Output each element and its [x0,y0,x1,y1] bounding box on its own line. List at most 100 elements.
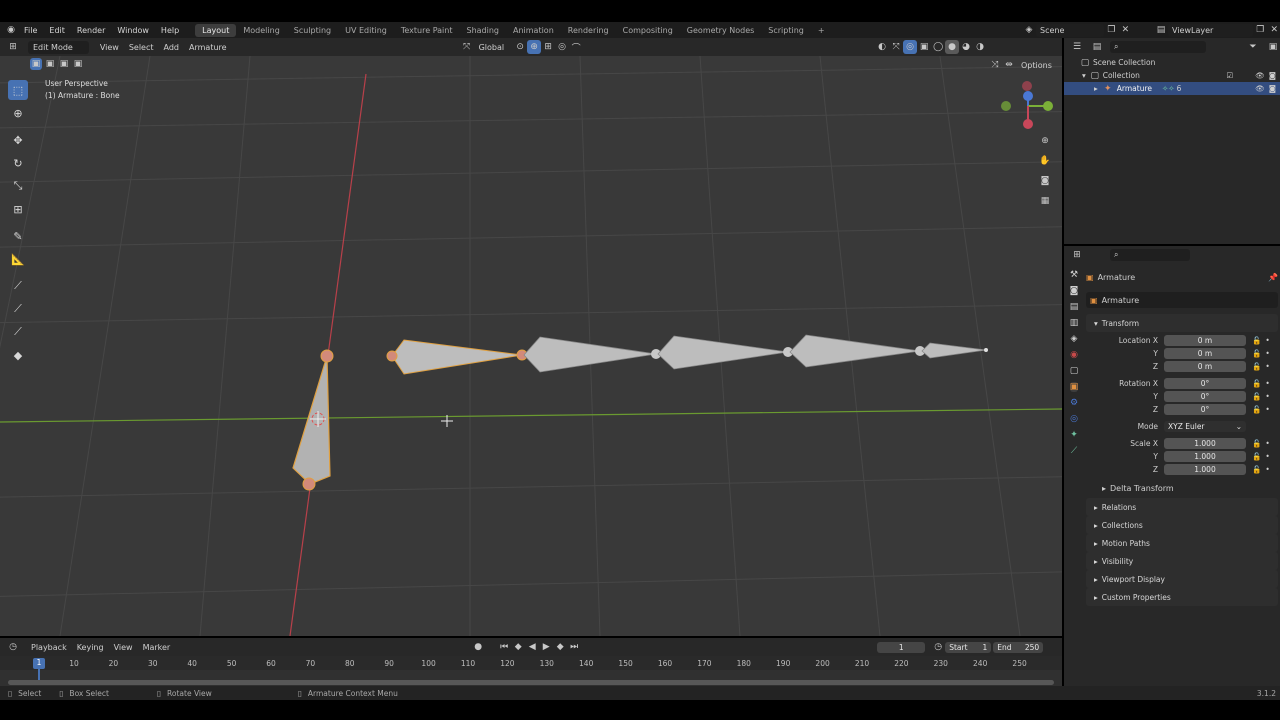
menu-edit[interactable]: Edit [43,26,71,35]
add-workspace-button[interactable]: + [811,24,832,37]
visibility-icon[interactable]: ◐ [875,40,889,54]
checkbox-icon[interactable]: ☑ [1226,71,1233,80]
end-frame-field[interactable]: End 250 [993,641,1044,653]
select-subtract-icon[interactable]: ▣ [58,58,70,70]
outliner-row-armature[interactable]: ▸ ✦ Armature ✧✧ 6 👁 ◙ [1064,82,1280,95]
scale-x-field[interactable]: 1.000 [1164,438,1246,449]
clock-icon[interactable]: ◷ [931,640,945,654]
scale-y-field[interactable]: 1.000 [1164,451,1246,462]
copy-layer-icon[interactable]: ❐ [1253,23,1267,37]
select-extend-icon[interactable]: ▣ [44,58,56,70]
scene-selector[interactable]: ◈ Scene ❐ ✕ [1022,22,1132,38]
select-new-icon[interactable]: ▣ [30,58,42,70]
keyframe-dot-icon[interactable]: • [1265,392,1269,401]
menu-select[interactable]: Select [124,41,159,54]
material-shading-icon[interactable]: ◕ [959,40,973,54]
jump-start-icon[interactable]: ⏮ [497,640,511,654]
menu-render[interactable]: Render [71,26,111,35]
motion-paths-panel-header[interactable]: ▸ Motion Paths [1086,534,1278,552]
options-dropdown[interactable]: Options [1016,59,1057,72]
pivot-icon[interactable]: ⊙ [513,40,527,54]
collection-tab-icon[interactable]: ▢ [1070,366,1079,376]
outliner-row-collection[interactable]: ▾ ▢ Collection ☑ 👁 ◙ [1064,69,1280,82]
transform-tool-icon[interactable]: ⊞ [8,199,28,219]
scene-name[interactable]: Scene [1036,23,1105,37]
lock-icon[interactable]: 🔓 [1252,439,1261,448]
lock-icon[interactable]: 🔓 [1252,392,1261,401]
rotation-x-field[interactable]: 0° [1164,378,1246,389]
orientation-dropdown[interactable]: Global [474,41,510,54]
timeline-scrollbar[interactable] [8,680,1054,685]
keyframe-dot-icon[interactable]: • [1265,405,1269,414]
eye-icon[interactable]: 👁 [1255,71,1265,80]
falloff-icon[interactable]: ⌒ [569,40,583,54]
menu-window[interactable]: Window [111,26,155,35]
pin-icon[interactable]: 📌 [1268,273,1278,282]
timeline-ruler[interactable]: 10 20 30 40 50 60 70 80 90 100 110 120 130 140 150 160 1… [0,656,1062,670]
select-invert-icon[interactable]: ▣ [72,58,84,70]
snap-icon[interactable]: ⊕ [527,40,542,54]
solid-shading-icon[interactable]: ● [945,40,960,54]
playhead[interactable]: 1 [33,658,45,669]
bone-selected[interactable] [292,349,334,491]
select-tool-icon[interactable]: ⬚ [8,80,28,100]
rotation-y-field[interactable]: 0° [1164,391,1246,402]
play-icon[interactable]: ▶ [539,640,553,654]
expand-arrow-icon[interactable]: ▸ [1094,84,1098,93]
annotate-tool-icon[interactable]: ✎ [8,226,28,246]
rendered-shading-icon[interactable]: ◑ [973,40,987,54]
new-collection-icon[interactable]: ▣ [1266,40,1280,54]
custom-properties-panel-header[interactable]: ▸ Custom Properties [1086,588,1278,606]
camera-render-icon[interactable]: ◙ [1269,84,1276,93]
extrude-tool-icon[interactable]: ⟋ [8,322,28,342]
menu-armature[interactable]: Armature [184,41,232,54]
snap-target-icon[interactable]: ⊞ [541,40,555,54]
keyframe-dot-icon[interactable]: • [1265,452,1269,461]
mirror-icon[interactable]: ⇹ [1002,58,1016,72]
relations-panel-header[interactable]: ▸ Relations [1086,498,1278,516]
tab-rendering[interactable]: Rendering [561,24,616,37]
zoom-icon[interactable]: ⊕ [1038,134,1052,148]
location-x-field[interactable]: 0 m [1164,335,1246,346]
tab-texture-paint[interactable]: Texture Paint [394,24,460,37]
bone-chain[interactable] [386,334,988,375]
keyframe-dot-icon[interactable]: • [1265,379,1269,388]
lock-icon[interactable]: 🔓 [1252,379,1261,388]
outliner-row-scene-collection[interactable]: ▢ Scene Collection [1064,56,1280,69]
tab-animation[interactable]: Animation [506,24,561,37]
tab-uv-editing[interactable]: UV Editing [338,24,394,37]
filter-icon[interactable]: ⏷ [1246,40,1260,54]
wireframe-shading-icon[interactable]: ◯ [931,40,945,54]
keyframe-dot-icon[interactable]: • [1265,439,1269,448]
pan-hand-icon[interactable]: ✋ [1038,154,1052,168]
view-layer-name[interactable]: ViewLayer [1168,23,1254,37]
lock-icon[interactable]: 🔓 [1252,465,1261,474]
physics-tab-icon[interactable]: ◎ [1070,414,1078,424]
scale-z-field[interactable]: 1.000 [1164,464,1246,475]
object-tab-icon[interactable]: ▣ [1069,382,1079,392]
timeline-editor-icon[interactable]: ◷ [6,640,20,654]
bone-envelope-tool-icon[interactable]: ⟋ [8,299,28,319]
lock-icon[interactable]: 🔓 [1252,336,1261,345]
view-layer-tab-icon[interactable]: ▥ [1070,318,1079,328]
lock-icon[interactable]: 🔓 [1252,349,1261,358]
menu-keying[interactable]: Keying [72,641,109,654]
jump-keyframe-back-icon[interactable]: ◆ [511,640,525,654]
keyframe-dot-icon[interactable]: • [1265,465,1269,474]
output-tab-icon[interactable]: ▤ [1070,302,1079,312]
delta-transform-subpanel[interactable]: ▸ Delta Transform [1086,480,1278,496]
gizmo-icon[interactable]: ⤧ [889,40,903,54]
tab-modeling[interactable]: Modeling [236,24,286,37]
scale-tool-icon[interactable]: ⤡ [8,176,28,196]
measure-tool-icon[interactable]: 📐 [8,249,28,269]
camera-icon[interactable]: ◙ [1038,174,1052,188]
roll-tool-icon[interactable]: ◆ [8,345,28,365]
jump-end-icon[interactable]: ⏭ [567,640,581,654]
eye-icon[interactable]: 👁 [1255,84,1265,93]
transform-panel-header[interactable]: ▾ Transform [1086,314,1278,332]
scene-tab-icon[interactable]: ◈ [1071,334,1078,344]
location-y-field[interactable]: 0 m [1164,348,1246,359]
world-tab-icon[interactable]: ◉ [1070,350,1078,360]
menu-help[interactable]: Help [155,26,185,35]
tab-geometry-nodes[interactable]: Geometry Nodes [680,24,761,37]
